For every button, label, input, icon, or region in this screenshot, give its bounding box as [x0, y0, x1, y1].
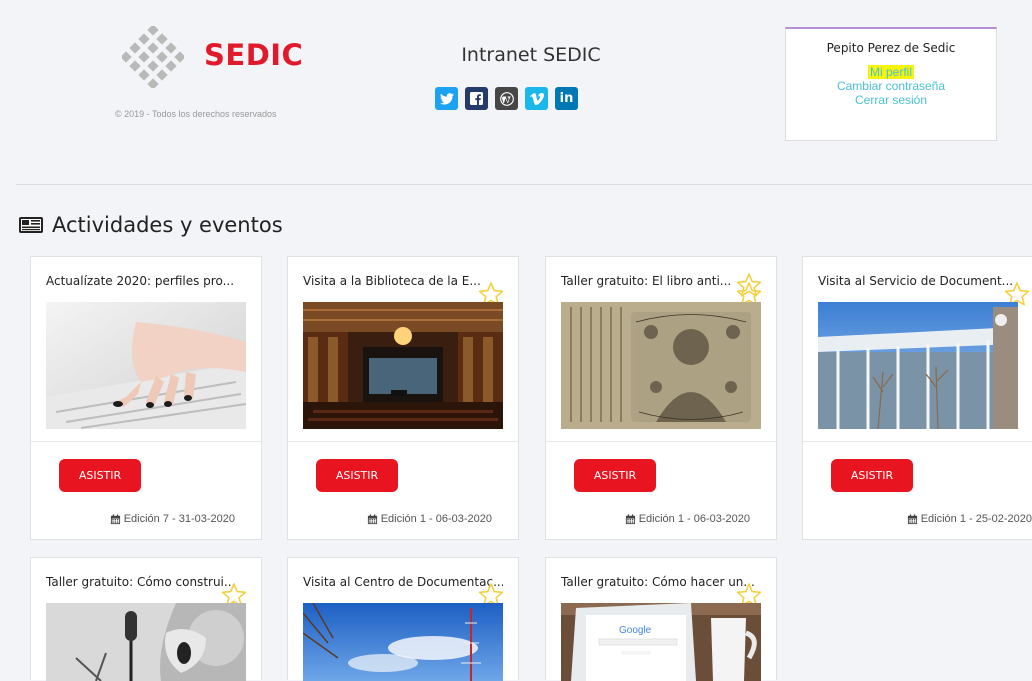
event-card[interactable]: Visita a la Biblioteca de la E... ASISTI…: [287, 256, 519, 540]
edition-text: Edición 1 - 06-03-2020: [638, 513, 750, 525]
event-title[interactable]: Actualízate 2020: perfiles pro...: [46, 274, 246, 288]
event-title[interactable]: Visita al Servicio de Document...: [818, 274, 1018, 288]
site-title: Intranet SEDIC: [461, 44, 601, 66]
calendar-icon: [110, 513, 120, 524]
edition-info: Edición 1 - 06-03-2020: [625, 513, 750, 525]
edition-text: Edición 1 - 06-03-2020: [380, 513, 492, 525]
event-card[interactable]: Visita al Centro de Documentac...: [287, 557, 519, 681]
edition-info: Edición 1 - 06-03-2020: [367, 513, 492, 525]
event-image[interactable]: [46, 302, 246, 429]
copyright-text: © 2019 - Todos los derechos reservados: [115, 109, 277, 119]
social-links: in: [435, 87, 578, 110]
edition-text: Edición 1 - 25-02-2020: [920, 513, 1032, 525]
logo-mark-icon: [122, 26, 184, 88]
event-title[interactable]: Visita a la Biblioteca de la E...: [303, 274, 503, 288]
newspaper-icon: [19, 217, 43, 233]
star-icon[interactable]: [736, 272, 762, 298]
event-title[interactable]: Taller gratuito: El libro anti...: [561, 274, 761, 288]
event-image[interactable]: [303, 603, 503, 681]
section-heading: Actividades y eventos: [18, 213, 283, 237]
linkedin-link[interactable]: in: [555, 87, 578, 110]
attend-button[interactable]: ASISTIR: [59, 459, 141, 492]
event-image[interactable]: [561, 302, 761, 429]
twitter-link[interactable]: [435, 87, 458, 110]
edition-text: Edición 7 - 31-03-2020: [123, 513, 235, 525]
event-image[interactable]: [818, 302, 1018, 429]
google-logo-text: Google: [619, 625, 652, 636]
card-divider: [31, 441, 261, 442]
event-image[interactable]: [46, 603, 246, 681]
sedic-logo[interactable]: SEDIC © 2019 - Todos los derechos reserv…: [110, 26, 310, 126]
logo-text: SEDIC: [204, 38, 304, 72]
event-image[interactable]: [303, 302, 503, 429]
event-title[interactable]: Taller gratuito: Cómo construi...: [46, 575, 246, 589]
card-divider: [546, 441, 776, 442]
my-profile-link[interactable]: Mi perfil: [786, 65, 996, 79]
wordpress-link[interactable]: [495, 87, 518, 110]
header-divider: [16, 184, 1032, 185]
event-card[interactable]: Visita al Servicio de Document... ASISTI…: [802, 256, 1032, 540]
attend-button[interactable]: ASISTIR: [831, 459, 913, 492]
facebook-icon: [470, 92, 483, 105]
card-divider: [288, 441, 518, 442]
calendar-icon: [907, 513, 917, 524]
event-image[interactable]: Google: [561, 603, 761, 681]
edition-info: Edición 7 - 31-03-2020: [110, 513, 235, 525]
event-title[interactable]: Visita al Centro de Documentac...: [303, 575, 503, 589]
event-card[interactable]: Taller gratuito: El libro anti... ASISTI…: [545, 256, 777, 540]
wordpress-icon: [499, 91, 514, 106]
linkedin-icon: in: [559, 91, 574, 106]
attend-button[interactable]: ASISTIR: [316, 459, 398, 492]
twitter-icon: [439, 92, 454, 105]
change-password-link[interactable]: Cambiar contraseña: [786, 79, 996, 93]
card-divider: [803, 441, 1032, 442]
event-card[interactable]: Taller gratuito: Cómo construi...: [30, 557, 262, 681]
logout-link[interactable]: Cerrar sesión: [786, 93, 996, 107]
event-card[interactable]: Actualízate 2020: perfiles pro... ASISTI…: [30, 256, 262, 540]
attend-button[interactable]: ASISTIR: [574, 459, 656, 492]
user-panel: Pepito Perez de Sedic Mi perfil Cambiar …: [785, 27, 997, 141]
vimeo-link[interactable]: [525, 87, 548, 110]
calendar-icon: [367, 513, 377, 524]
page-header: SEDIC © 2019 - Todos los derechos reserv…: [0, 0, 1032, 185]
calendar-icon: [625, 513, 635, 524]
event-title[interactable]: Taller gratuito: Cómo hacer un...: [561, 575, 761, 589]
event-card[interactable]: Taller gratuito: Cómo hacer un... Google: [545, 557, 777, 681]
facebook-link[interactable]: [465, 87, 488, 110]
section-title: Actividades y eventos: [52, 213, 283, 237]
user-name: Pepito Perez de Sedic: [826, 41, 956, 55]
edition-info: Edición 1 - 25-02-2020: [907, 513, 1032, 525]
vimeo-icon: [529, 92, 544, 105]
